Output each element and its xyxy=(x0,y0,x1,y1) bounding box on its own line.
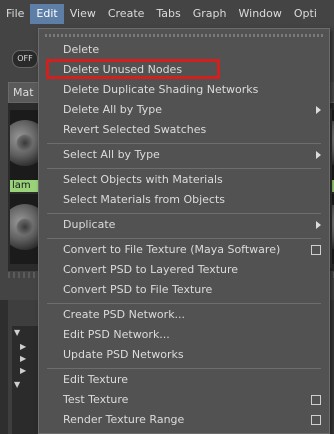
outliner-tree: ▼ ▶ ▶ ▶ ▼ xyxy=(12,326,38,434)
submenu-arrow-icon xyxy=(316,106,321,114)
menu-item-select-materials-from-objects[interactable]: Select Materials from Objects xyxy=(39,190,329,210)
menu-item-render-texture-range[interactable]: Render Texture Range xyxy=(39,410,329,430)
edit-menu-dropdown: Delete Delete Unused Nodes Delete Duplic… xyxy=(38,28,330,434)
menu-item-delete-all-by-type[interactable]: Delete All by Type xyxy=(39,100,329,120)
tree-collapse-icon[interactable]: ▶ xyxy=(20,342,26,351)
menu-item-update-psd-networks[interactable]: Update PSD Networks xyxy=(39,345,329,365)
menu-separator xyxy=(47,303,321,304)
left-strip xyxy=(0,300,8,434)
menu-options[interactable]: Opti xyxy=(288,4,323,24)
menu-item-delete[interactable]: Delete xyxy=(39,40,329,60)
menu-item-edit-texture[interactable]: Edit Texture xyxy=(39,370,329,390)
tree-collapse-icon[interactable]: ▶ xyxy=(20,354,26,363)
menu-view[interactable]: View xyxy=(64,4,102,24)
tree-expand-icon[interactable]: ▼ xyxy=(14,380,20,389)
menu-item-delete-duplicate-shading-networks[interactable]: Delete Duplicate Shading Networks xyxy=(39,80,329,100)
menu-edit[interactable]: Edit xyxy=(30,4,64,24)
menu-file[interactable]: File xyxy=(0,4,30,24)
sphere-icon xyxy=(10,204,40,250)
menu-graph[interactable]: Graph xyxy=(187,4,233,24)
menu-item-select-all-by-type[interactable]: Select All by Type xyxy=(39,145,329,165)
swatch-label[interactable]: lam xyxy=(10,180,40,192)
option-box-icon[interactable] xyxy=(311,415,321,425)
option-box-icon[interactable] xyxy=(311,395,321,405)
option-box-icon[interactable] xyxy=(311,245,321,255)
material-swatch[interactable] xyxy=(10,110,40,180)
menu-item-test-texture[interactable]: Test Texture xyxy=(39,390,329,410)
menu-item-convert-to-file-texture[interactable]: Convert to File Texture (Maya Software) xyxy=(39,240,329,260)
menu-item-edit-psd-network[interactable]: Edit PSD Network... xyxy=(39,325,329,345)
menu-item-select-objects-with-materials[interactable]: Select Objects with Materials xyxy=(39,170,329,190)
menu-item-duplicate[interactable]: Duplicate xyxy=(39,215,329,235)
menu-separator xyxy=(47,168,321,169)
menu-item-create-psd-network[interactable]: Create PSD Network... xyxy=(39,305,329,325)
menu-tabs[interactable]: Tabs xyxy=(150,4,186,24)
menu-separator xyxy=(47,368,321,369)
menu-window[interactable]: Window xyxy=(233,4,288,24)
submenu-arrow-icon xyxy=(316,151,321,159)
highlight-box xyxy=(46,59,220,79)
off-toggle[interactable]: OFF xyxy=(12,50,38,68)
menu-separator xyxy=(47,143,321,144)
menu-item-revert-selected-swatches[interactable]: Revert Selected Swatches xyxy=(39,120,329,140)
menu-item-convert-psd-to-layered-texture[interactable]: Convert PSD to Layered Texture xyxy=(39,260,329,280)
tree-expand-icon[interactable]: ▼ xyxy=(14,328,20,337)
menu-separator xyxy=(47,213,321,214)
material-swatch[interactable] xyxy=(10,194,40,264)
submenu-arrow-icon xyxy=(316,221,321,229)
menu-separator xyxy=(47,238,321,239)
menu-item-convert-psd-to-file-texture[interactable]: Convert PSD to File Texture xyxy=(39,280,329,300)
menu-create[interactable]: Create xyxy=(102,4,151,24)
tree-collapse-icon[interactable]: ▶ xyxy=(20,366,26,375)
tear-off-handle[interactable] xyxy=(45,34,323,37)
sphere-icon xyxy=(10,120,40,166)
menu-bar: File Edit View Create Tabs Graph Window … xyxy=(0,0,334,28)
